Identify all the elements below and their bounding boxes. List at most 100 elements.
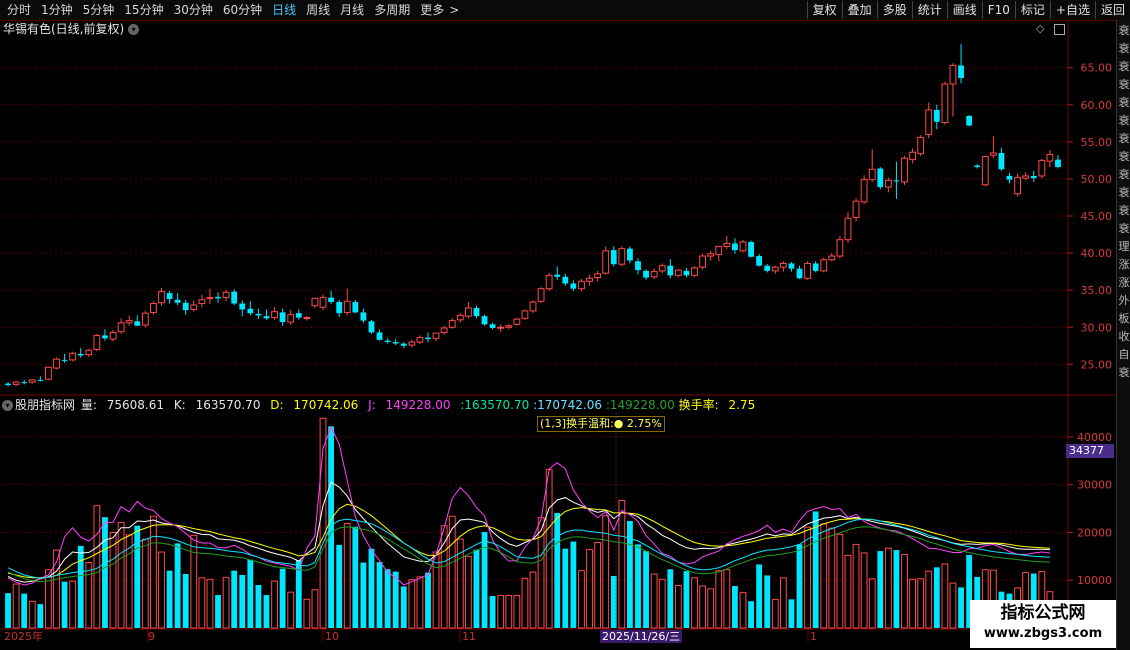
candle-body	[295, 313, 302, 318]
volume-bar	[933, 567, 940, 628]
sidebar-tab[interactable]: 衰	[1117, 150, 1130, 164]
chart-canvas[interactable]: 65.00 60.00 55.00 50.00 45.00 40.00 35.00 30.00…	[0, 0, 1130, 650]
volume-bar	[909, 578, 916, 629]
candle-body	[255, 313, 262, 316]
sidebar-tab[interactable]: 衰	[1117, 60, 1130, 74]
volume-bar	[69, 580, 77, 629]
sidebar-tab[interactable]: 衰	[1117, 186, 1130, 200]
candle-body	[570, 283, 577, 289]
candle-body	[336, 302, 343, 314]
sidebar-tab[interactable]: 衰	[1117, 366, 1130, 380]
volume-bar	[328, 426, 334, 628]
volume-bar	[901, 553, 908, 629]
candle-body	[893, 180, 900, 182]
candle-body	[109, 331, 117, 340]
candle-body	[796, 268, 803, 279]
volume-bar	[21, 593, 28, 628]
volume-bar	[505, 595, 513, 629]
volume-bar	[263, 595, 270, 628]
sidebar-tab[interactable]: 衰	[1117, 42, 1130, 56]
volume-bar	[756, 564, 763, 628]
candle-body	[425, 337, 431, 340]
candle-body	[166, 293, 173, 300]
candle-body	[627, 248, 633, 261]
chevron-down-icon[interactable]: ▾	[2, 400, 13, 411]
year-label: 2025年	[4, 630, 43, 643]
candle-body	[416, 337, 424, 343]
month-label: 9	[148, 630, 155, 643]
vol-label: 量:	[80, 398, 97, 412]
sidebar-tab[interactable]: 理	[1117, 240, 1130, 254]
cursor-date-label: 2025/11/26/三	[600, 630, 683, 643]
candle-body	[917, 136, 925, 155]
turnover-value: 2.75	[728, 398, 756, 412]
sidebar-tab[interactable]: 衰	[1117, 96, 1130, 110]
volume-bar	[190, 534, 198, 629]
volume-bar	[635, 544, 641, 628]
candle-body	[505, 325, 513, 328]
sidebar-tab[interactable]: 自	[1117, 348, 1130, 362]
volume-bar	[586, 549, 593, 629]
sidebar-tab[interactable]: 衰	[1117, 222, 1130, 236]
candle-body	[756, 256, 763, 266]
volume-bar	[222, 576, 230, 629]
candle-body	[610, 250, 617, 265]
sidebar-tab[interactable]: 板	[1117, 312, 1130, 326]
volume-tick-label: 20000	[1077, 526, 1112, 539]
sidebar-tab[interactable]: 收	[1117, 330, 1130, 344]
sidebar-tab[interactable]: 涨	[1117, 276, 1130, 290]
candle-body	[586, 277, 593, 282]
price-tick-label: 55.00	[1081, 136, 1113, 149]
candle-body	[699, 255, 707, 268]
candle-body	[141, 312, 149, 326]
candle-body	[909, 151, 916, 161]
sidebar-tab[interactable]: 衰	[1117, 114, 1130, 128]
volume-bar	[77, 545, 84, 628]
volume-bar	[779, 577, 787, 629]
indicator-name[interactable]: 股朋指标网	[15, 398, 75, 412]
volume-bar	[352, 526, 359, 628]
sidebar-tab[interactable]: 衰	[1117, 24, 1130, 38]
price-tick-label: 30.00	[1081, 321, 1113, 334]
candle-body	[683, 270, 690, 276]
volume-bar	[771, 598, 779, 629]
volume-tick-label: 30000	[1077, 479, 1112, 492]
watermark-url: www.zbgs3.com	[983, 626, 1103, 641]
candle-body	[376, 332, 383, 340]
volume-bar	[570, 541, 577, 628]
candle-body	[158, 291, 165, 304]
right-sidebar[interactable]: 衰衰衰衰衰衰衰衰衰衰衰衰理涨涨外板收自衰	[1116, 20, 1130, 650]
candle-body	[263, 316, 270, 319]
sidebar-tab[interactable]: 外	[1117, 294, 1130, 308]
sidebar-tab[interactable]: 衰	[1117, 204, 1130, 218]
volume-bar	[158, 551, 165, 629]
candle-body	[529, 301, 537, 312]
candle-body	[432, 332, 440, 339]
candle-body	[360, 312, 367, 321]
candle-body	[28, 379, 36, 383]
volume-bar	[554, 512, 561, 628]
sidebar-tab[interactable]: 衰	[1117, 132, 1130, 146]
candle-body	[877, 168, 884, 188]
sidebar-tab[interactable]: 衰	[1117, 168, 1130, 182]
candle-body	[884, 179, 892, 188]
candle-body	[497, 326, 505, 329]
volume-bar	[182, 574, 189, 628]
candle-body	[392, 342, 399, 344]
candle-body	[804, 262, 812, 279]
candle-body	[844, 217, 852, 241]
volume-bar	[594, 541, 602, 629]
candle-body	[1030, 175, 1037, 179]
price-tick-label: 25.00	[1081, 358, 1113, 371]
volume-bar	[141, 538, 149, 629]
candle-body	[1038, 159, 1046, 177]
sidebar-tab[interactable]: 涨	[1117, 258, 1130, 272]
sidebar-tab[interactable]: 衰	[1117, 78, 1130, 92]
volume-bar	[336, 544, 343, 628]
volume-bar	[28, 600, 36, 629]
price-tick-label: 45.00	[1081, 210, 1113, 223]
candle-body	[578, 280, 585, 290]
volume-bar	[440, 525, 448, 629]
volume-bar	[287, 591, 295, 629]
volume-bar	[400, 586, 407, 628]
